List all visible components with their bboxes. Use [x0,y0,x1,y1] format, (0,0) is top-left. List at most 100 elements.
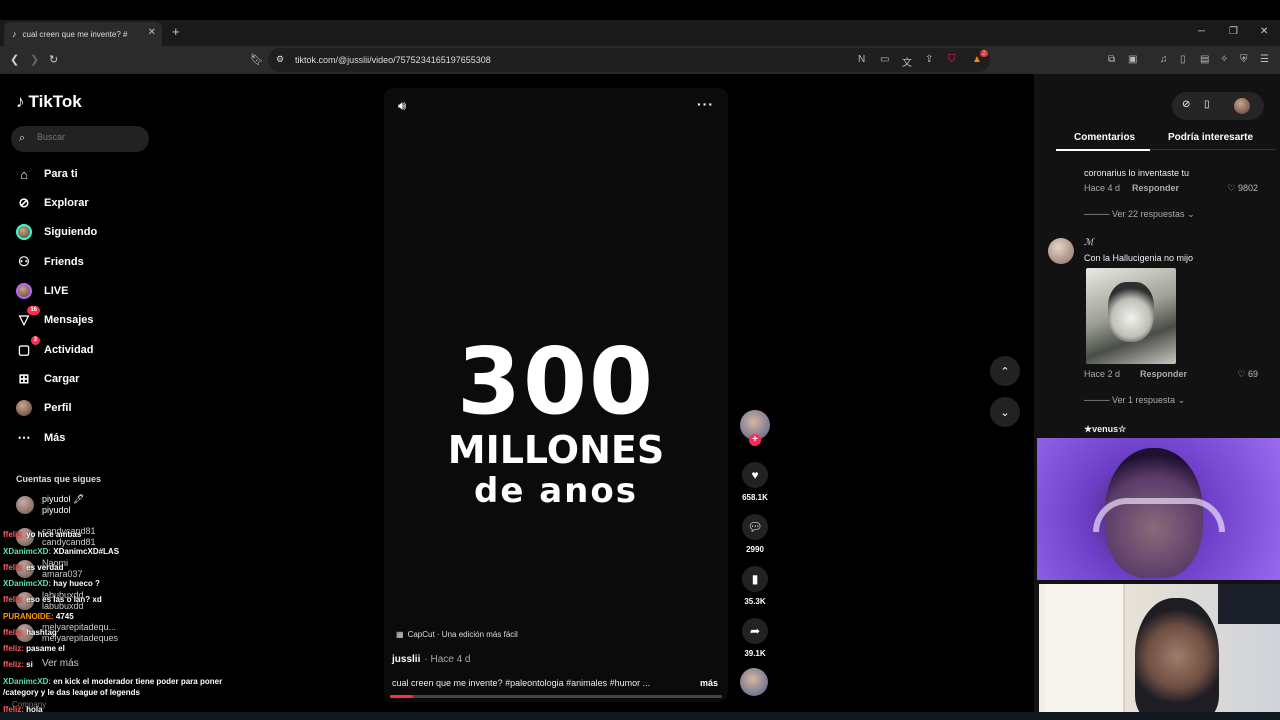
compass-icon[interactable]: ⊘ [1182,99,1190,110]
sidebar-item-mas[interactable]: ⋯ Más [16,427,66,449]
video-progress-bar[interactable] [390,695,722,698]
comment-username[interactable]: ℳ [1084,238,1094,248]
chat-message: ffeliz: pasame el [3,644,65,653]
forward-icon[interactable]: ❯ [30,53,39,66]
cast-icon[interactable]: ▭ [880,54,889,65]
search-box[interactable]: ⌕ [11,126,149,152]
next-video-button[interactable]: ⌄ [990,397,1020,427]
sidebar-item-siguiendo[interactable]: Siguiendo [16,221,97,243]
reload-icon[interactable]: ↻ [49,53,58,66]
comment-text: coronarius lo inventaste tu [1084,168,1190,178]
tab-podria-interesarte[interactable]: Podría interesarte [1168,132,1253,143]
screenshot-icon[interactable]: ▣ [1128,54,1137,65]
site-settings-icon[interactable]: ⚙ [276,54,284,65]
music-icon[interactable]: ♫ [1160,54,1168,65]
sidebar-item-label: Perfil [44,402,72,414]
menu-icon[interactable]: ☰ [1260,54,1269,65]
os-taskbar [0,712,1280,720]
tiktok-favicon-icon: ♪ [12,29,17,39]
browser-tab[interactable]: ♪ cual creen que me invente? # ✕ [4,22,162,46]
ai-icon[interactable]: ✧ [1220,54,1228,65]
capcut-tag[interactable]: ▦ CapCut · Una edición más fácil [396,630,518,639]
brave-shield-icon[interactable]: ⛉ [948,54,956,65]
extensions-icon[interactable]: ⧉ [1108,54,1115,65]
caption-more-link[interactable]: más [700,678,718,688]
comment-username[interactable]: ★venus☆ [1084,424,1126,435]
comment-button[interactable]: 💬︎ 2990 [742,514,768,554]
share-count: 39.1K [744,649,766,658]
comment-image-husky[interactable] [1086,268,1176,364]
sidebar-item-friends[interactable]: ⚇ Friends [16,251,84,273]
video-text-millones: MILLONES [447,428,665,472]
heart-outline-icon: ♡ [1227,183,1236,193]
live-icon [16,283,32,299]
tab-comentarios[interactable]: Comentarios [1055,132,1151,151]
sidebar-item-perfil[interactable]: Perfil [16,397,72,419]
following-title: Cuentas que sigues [16,474,102,484]
comment-like[interactable]: ♡ 69 [1237,369,1258,380]
share-arrow-icon: ➦ [742,618,768,644]
following-item[interactable]: piyudol 🖋 piyudol [16,494,84,516]
comment-like[interactable]: ♡ 9802 [1227,183,1258,194]
wallet-icon[interactable]: ▤ [1200,54,1209,65]
ver-mas-link[interactable]: Ver más [42,658,79,669]
sidebar-toggle-icon[interactable]: ▯ [1180,54,1186,65]
vpn-icon[interactable]: ⛨ [1240,54,1248,65]
window-close-icon[interactable]: ✕ [1260,26,1268,37]
bookmark-icon[interactable]: 🔖︎ [250,53,264,66]
capcut-label: CapCut · Una edición más fácil [407,630,518,639]
share-button[interactable]: ➦ 39.1K [742,618,768,658]
browser-tab-bar: ♪ cual creen que me invente? # ✕ + ─ ❐ ✕ [0,20,1280,46]
view-replies-button[interactable]: ──── Ver 22 respuestas ⌄ [1084,209,1195,220]
follow-plus-icon[interactable]: + [749,434,761,446]
search-input[interactable] [37,132,137,142]
profile-avatar-icon[interactable] [1234,98,1250,114]
reply-button[interactable]: Responder [1140,369,1187,379]
volume-icon[interactable]: 🔊︎ [398,98,406,114]
view-replies-button[interactable]: ──── Ver 1 respuesta ⌄ [1084,395,1185,406]
friends-icon: ⚇ [18,254,30,269]
new-tab-button[interactable]: + [172,24,180,39]
translate-icon[interactable]: 文 [902,54,912,69]
save-button[interactable]: ▮ 35.3K [742,566,768,606]
tiktok-logo[interactable]: ♪ TikTok [16,92,82,112]
more-options-icon[interactable]: ··· [697,96,714,112]
sidebar-item-label: Mensajes [44,314,94,326]
like-button[interactable]: ♥ 658.1K [742,462,768,502]
close-tab-icon[interactable]: ✕ [148,27,156,38]
reader-icon[interactable]: N [858,54,865,65]
reply-button[interactable]: Responder [1132,183,1179,193]
phone-icon[interactable]: ▯ [1204,99,1210,110]
like-count: 658.1K [742,493,768,502]
video-caption: cual creen que me invente? #paleontologi… [392,678,651,688]
sidebar-item-para-ti[interactable]: ⌂ Para ti [16,163,78,185]
sidebar-item-label: Actividad [44,344,94,356]
comment-icon: 💬︎ [742,514,768,540]
avatar [16,496,34,514]
webcam-overlay-purple [1037,438,1280,580]
chat-message: ffeliz: hashtag [3,628,57,637]
maximize-icon[interactable]: ❐ [1229,26,1238,37]
back-icon[interactable]: ❮ [10,53,19,66]
sidebar-item-actividad[interactable]: ▢ 3 Actividad [16,336,94,361]
chat-message: ffeliz: es verdad [3,563,64,572]
rewards-badge: 2 [980,50,988,57]
inbox-icon: ▢ 3 [16,336,40,358]
sidebar-item-explorar[interactable]: ⊘ Explorar [16,192,89,214]
previous-video-button[interactable]: ⌃ [990,356,1020,386]
video-author[interactable]: jusslii · Hace 4 d [392,654,471,665]
comment-time: Hace 2 d [1084,369,1121,379]
avatar[interactable] [1048,238,1074,264]
comments-tabs: Comentarios Podría interesarte [1055,128,1276,151]
messages-badge: 16 [27,306,40,315]
sound-disc-avatar[interactable] [740,668,768,696]
video-player[interactable]: 🔊︎ ··· 300 MILLONES de anos ▦ CapCut · U… [384,88,728,702]
address-bar: ❮ ❯ ↻ 🔖︎ ⚙ tiktok.com/@jusslii/video/757… [0,46,1280,74]
activity-badge: 3 [30,336,40,345]
sidebar-item-live[interactable]: LIVE [16,280,68,302]
sidebar-item-label: Cargar [44,373,80,385]
share-icon[interactable]: ⇪ [925,54,933,65]
minimize-icon[interactable]: ─ [1198,26,1205,37]
sidebar-item-cargar[interactable]: ⊞ Cargar [16,368,80,390]
sidebar-item-mensajes[interactable]: ▽ 16 Mensajes [16,306,94,331]
